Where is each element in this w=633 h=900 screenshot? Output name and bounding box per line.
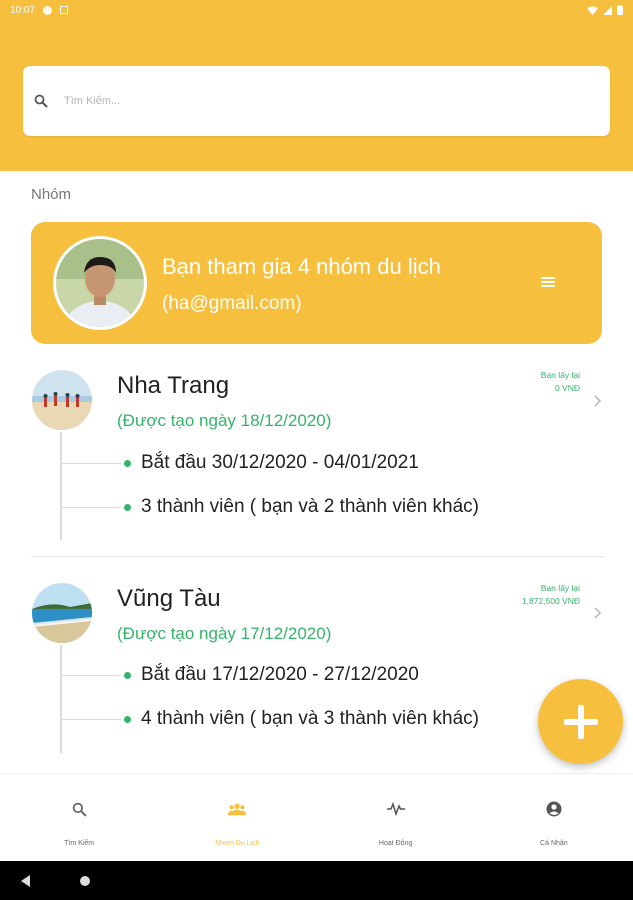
group-name: Nha Trang [117,372,230,399]
nav-label: Cá Nhân [540,840,568,847]
bullet-dot [124,503,131,511]
search-icon [32,92,50,110]
tree-line [61,463,121,464]
bottom-nav: Tìm Kiếm Nhóm Du Lịch Hoạt Động Cá Nhân [0,773,633,861]
group-avatar [32,583,92,643]
tree-line [61,675,121,676]
group-created-date: (Được tạo ngày 17/12/2020) [117,624,332,643]
bullet-dot [124,459,131,467]
tree-line [61,719,121,720]
nav-label: Hoạt Động [378,840,413,847]
owe-label: Bạn lấy lại [540,583,580,593]
tree-line [61,507,121,508]
nav-label: Nhóm Du Lịch [215,840,260,847]
group-dates: Bắt đầu 17/12/2020 - 27/12/2020 [124,664,419,686]
group-avatar [32,370,92,430]
search-input[interactable] [64,95,564,107]
divider [31,556,604,557]
group-dates-text: Bắt đầu 30/12/2020 - 04/01/2021 [141,452,419,473]
profile-card[interactable]: Bạn tham gia 4 nhóm du lịch (ha@gmail.co… [31,222,602,344]
nav-item-activity[interactable]: Hoạt Động [317,774,475,861]
system-nav-bar [0,861,633,900]
signal-icon [603,5,612,15]
back-icon[interactable] [21,875,30,887]
group-created-date: (Được tạo ngày 18/12/2020) [117,411,332,430]
notification-icon [60,6,69,14]
nav-item-groups[interactable]: Nhóm Du Lịch [158,774,316,861]
header [0,20,633,171]
nav-item-profile[interactable]: Cá Nhân [475,774,633,861]
nav-label: Tìm Kiếm [64,840,95,847]
group-members: 3 thành viên ( bạn và 2 thành viên khác) [124,496,479,518]
section-title: Nhóm [31,186,72,203]
owe-value: 0 VNĐ [554,383,580,393]
owe-value: 1,872,500 VNĐ [521,596,580,606]
group-name: Vũng Tàu [117,585,221,612]
wifi-icon [587,6,598,15]
bullet-dot [124,671,131,679]
group-members-text: 4 thành viên ( bạn và 3 thành viên khác) [141,708,480,729]
status-bar: 10:07 [0,0,633,20]
avatar [53,236,147,330]
battery-icon [617,5,623,15]
home-icon[interactable] [80,876,90,886]
plus-icon [563,704,598,739]
chevron-right-icon[interactable] [594,607,602,619]
status-time: 10:07 [10,4,36,16]
group-members-text: 3 thành viên ( bạn và 2 thành viên khác) [141,496,480,517]
search-bar[interactable] [23,66,610,136]
notification-icon [43,5,53,15]
group-icon [228,800,247,818]
nav-item-search[interactable]: Tìm Kiếm [0,774,158,861]
tree-line [60,645,62,753]
group-dates-text: Bắt đầu 17/12/2020 - 27/12/2020 [141,664,419,685]
add-group-button[interactable] [538,679,623,764]
account-icon [545,800,563,818]
profile-title: Bạn tham gia 4 nhóm du lịch [162,254,441,279]
menu-icon[interactable] [541,275,555,289]
group-members: 4 thành viên ( bạn và 3 thành viên khác) [124,708,479,730]
chevron-right-icon[interactable] [594,395,602,407]
tree-line [60,432,62,540]
owe-label: Bạn lấy lại [540,370,580,380]
profile-email: (ha@gmail.com) [162,293,302,314]
group-dates: Bắt đầu 30/12/2020 - 04/01/2021 [124,452,419,474]
search-icon [70,800,88,818]
activity-icon [386,800,405,818]
bullet-dot [124,715,131,723]
